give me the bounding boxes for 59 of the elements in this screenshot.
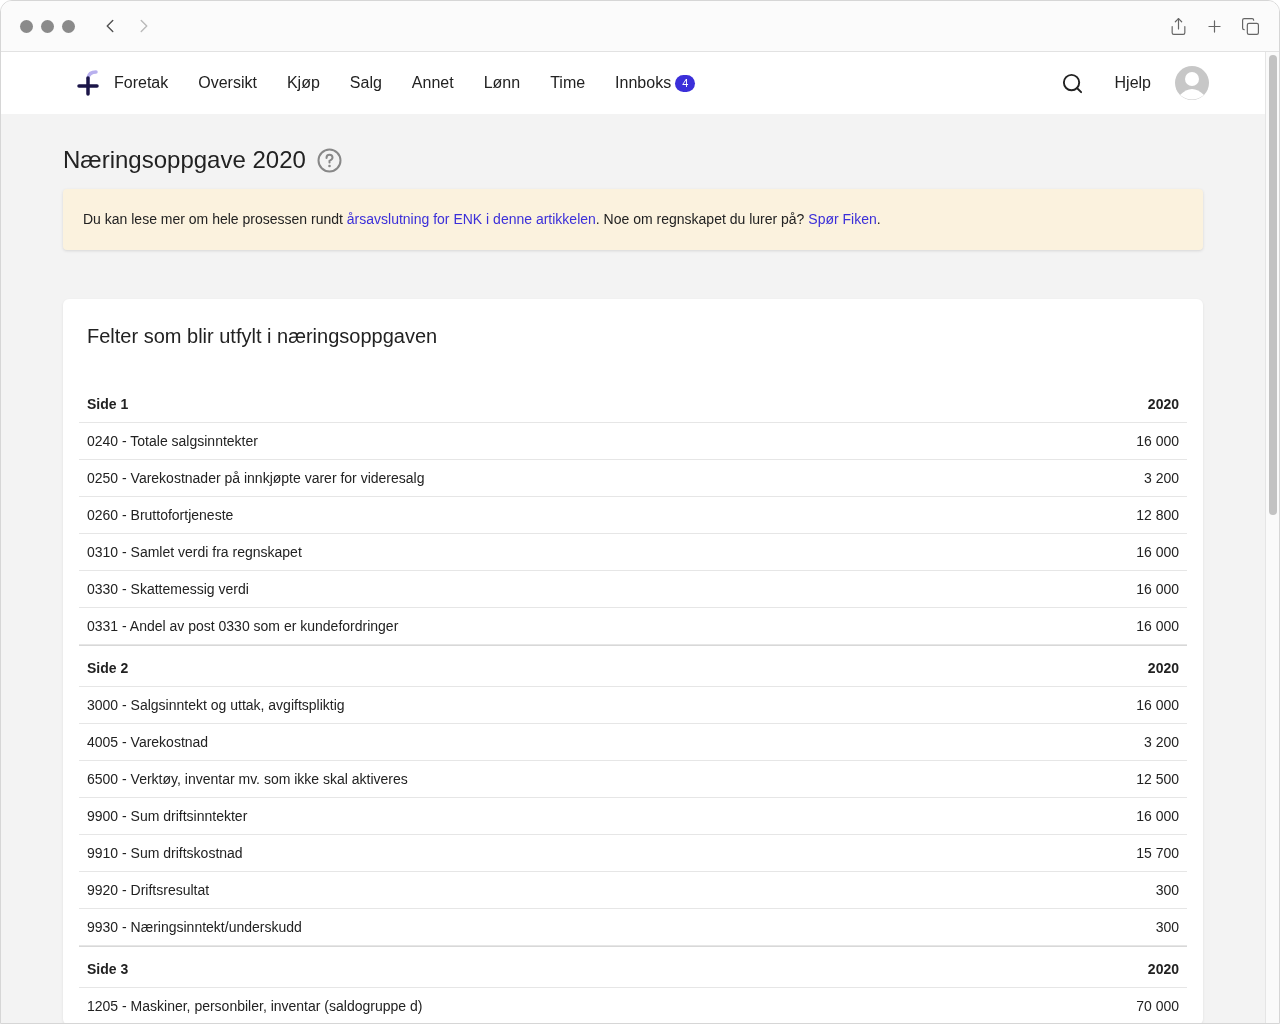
article-link[interactable]: årsavslutning for ENK i denne artikkelen <box>346 211 596 227</box>
search-icon[interactable] <box>1060 71 1084 95</box>
page-title: Næringsoppgave 2020 <box>63 145 306 175</box>
card-title: Felter som blir utfylt i næringsoppgaven <box>86 324 439 349</box>
count-badge: 4 <box>675 74 696 92</box>
logo-icon[interactable] <box>77 70 99 96</box>
field-label: 9900 - Sum driftsinntekter <box>87 806 248 826</box>
field-value: 300 <box>1155 917 1179 937</box>
nav-link[interactable]: Lønn <box>483 71 521 95</box>
field-label: 9930 - Næringsinntekt/underskudd <box>87 917 302 937</box>
field-label: 0260 - Bruttofortjeneste <box>87 505 234 525</box>
tabs-overview-icon[interactable] <box>1241 16 1260 36</box>
window-control-icon[interactable] <box>20 19 33 33</box>
field-value: 70 000 <box>1136 996 1179 1016</box>
year-header: 2020 <box>1147 658 1179 678</box>
section-header: Side 3 <box>87 959 129 979</box>
field-label: 1205 - Maskiner, personbiler, inventar (saldogruppe d) <box>87 996 423 1016</box>
field-value: 300 <box>1155 880 1179 900</box>
nav-link[interactable]: Annet <box>411 71 454 95</box>
field-label: 0331 - Andel av post 0330 som er kundefordringer <box>87 616 399 636</box>
nav-link[interactable]: Foretak <box>114 71 169 95</box>
scrollbar[interactable] <box>1265 52 1279 1023</box>
help-icon[interactable] <box>316 147 342 173</box>
nav-link[interactable]: Innboks 4 <box>615 71 696 95</box>
field-label: 0330 - Skattemessig verdi <box>87 579 249 599</box>
field-value: 16 000 <box>1136 616 1179 636</box>
info-text: Du kan lese mer om hele prosessen rundt årsavslutning for ENK i denne artikkelen. Noe om regnskapet du lurer på? Spør Fiken. <box>83 210 882 229</box>
field-value: 16 000 <box>1136 695 1179 715</box>
field-value: 16 000 <box>1136 806 1179 826</box>
field-value: 16 000 <box>1136 431 1179 451</box>
nav-link[interactable]: Kjøp <box>286 71 320 95</box>
field-value: 15 700 <box>1136 843 1179 863</box>
field-value: 3 200 <box>1143 732 1179 752</box>
field-label: 0310 - Samlet verdi fra regnskapet <box>87 542 302 562</box>
field-value: 16 000 <box>1136 542 1179 562</box>
field-label: 9920 - Driftsresultat <box>87 880 210 900</box>
nav-link[interactable]: Time <box>550 71 586 95</box>
field-value: 12 500 <box>1136 769 1179 789</box>
field-label: 0240 - Totale salgsinntekter <box>87 431 258 451</box>
field-label: 0250 - Varekostnader på innkjøpte varer for videresalg <box>87 468 425 488</box>
field-value: 16 000 <box>1136 579 1179 599</box>
help-link[interactable]: Hjelp <box>1114 71 1151 95</box>
field-label: 4005 - Varekostnad <box>87 732 209 752</box>
section-header: Side 2 <box>87 658 129 678</box>
nav-link[interactable]: Salg <box>349 71 382 95</box>
field-label: 3000 - Salgsinntekt og uttak, avgiftspliktig <box>87 695 345 715</box>
section-header: Side 1 <box>87 394 129 414</box>
field-label: 6500 - Verktøy, inventar mv. som ikke skal aktiveres <box>87 769 408 789</box>
share-icon[interactable] <box>1169 16 1188 36</box>
nav-link[interactable]: Oversikt <box>198 71 257 95</box>
article-link[interactable]: Spør Fiken <box>808 211 877 227</box>
avatar-icon[interactable] <box>1175 66 1209 100</box>
field-value: 12 800 <box>1136 505 1179 525</box>
window-control-icon[interactable] <box>62 19 75 33</box>
field-value: 3 200 <box>1143 468 1179 488</box>
window-control-icon[interactable] <box>41 19 54 33</box>
year-header: 2020 <box>1147 394 1179 414</box>
field-label: 9910 - Sum driftskostnad <box>87 843 243 863</box>
year-header: 2020 <box>1147 959 1179 979</box>
